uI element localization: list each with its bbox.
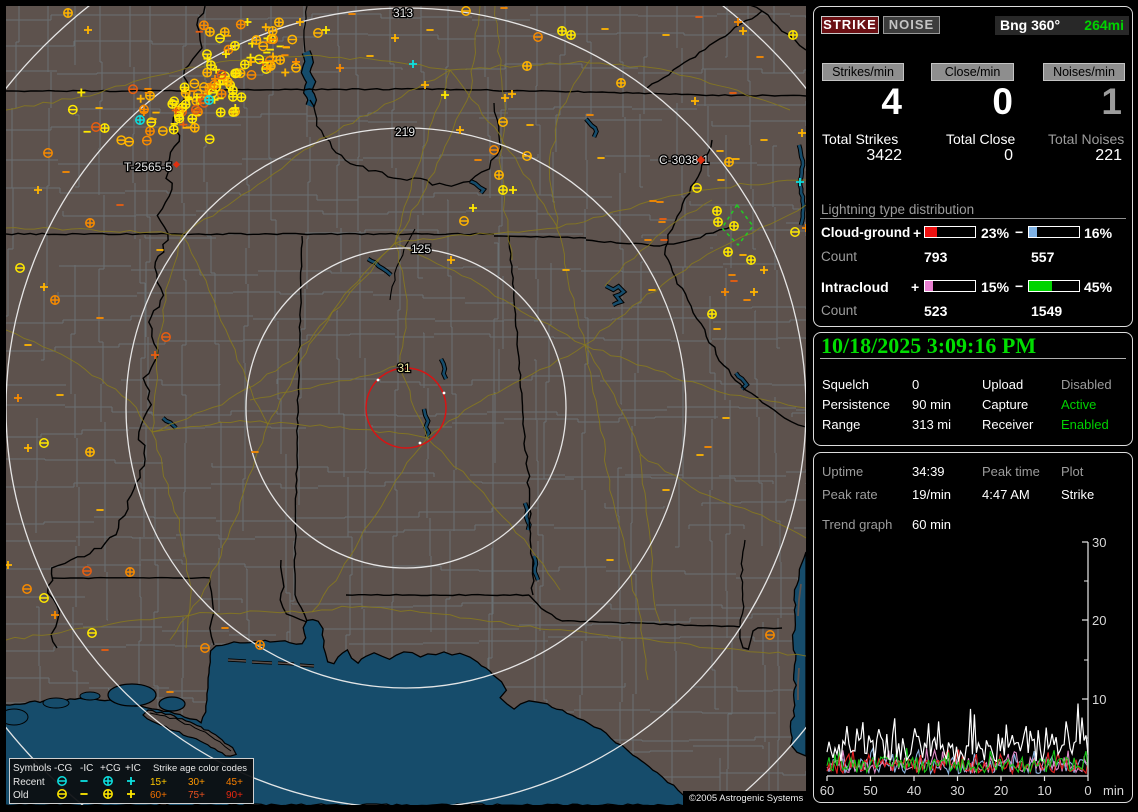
svg-text:Old: Old bbox=[13, 790, 29, 801]
svg-text:15+: 15+ bbox=[150, 777, 167, 788]
svg-text:60+: 60+ bbox=[150, 790, 167, 801]
svg-text:T-2565-5: T-2565-5 bbox=[124, 160, 172, 174]
svg-text:-CG: -CG bbox=[54, 763, 73, 774]
svg-text:30+: 30+ bbox=[188, 777, 205, 788]
svg-text:Strike age color codes: Strike age color codes bbox=[153, 763, 247, 774]
svg-text:90+: 90+ bbox=[226, 790, 243, 801]
svg-text:313: 313 bbox=[393, 6, 413, 20]
svg-text:219: 219 bbox=[395, 125, 415, 139]
svg-text:+CG: +CG bbox=[100, 763, 121, 774]
svg-text:©2005 Astrogenic Systems: ©2005 Astrogenic Systems bbox=[689, 793, 803, 804]
svg-text:Symbols: Symbols bbox=[13, 763, 51, 774]
svg-text:-IC: -IC bbox=[80, 763, 93, 774]
svg-text:75+: 75+ bbox=[188, 790, 205, 801]
svg-text:Recent: Recent bbox=[13, 777, 45, 788]
svg-text:+IC: +IC bbox=[125, 763, 141, 774]
svg-text:31: 31 bbox=[397, 361, 411, 375]
svg-text:45+: 45+ bbox=[226, 777, 243, 788]
svg-text:125: 125 bbox=[411, 242, 431, 256]
